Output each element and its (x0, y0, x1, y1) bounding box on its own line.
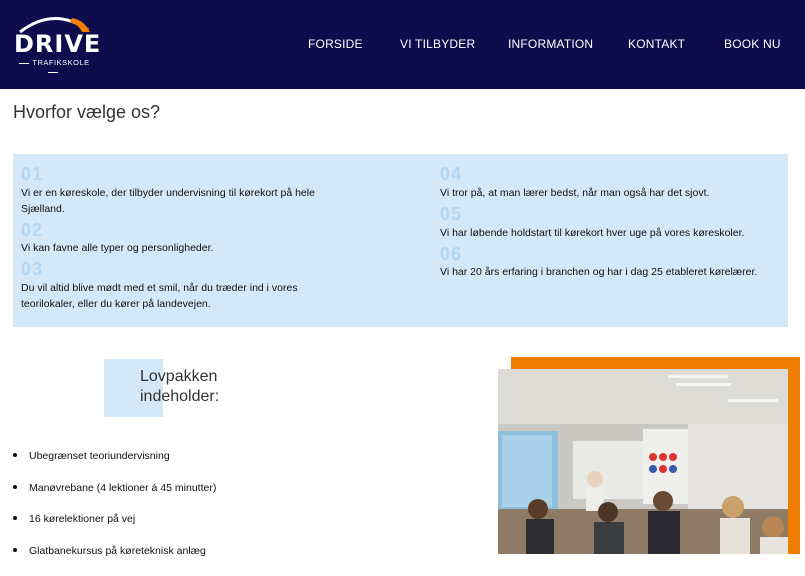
reason-number: 05 (440, 204, 462, 225)
list-item: Glatbanekursus på køreteknisk anlæg (13, 545, 216, 576)
list-item-text: Manøvrebane (4 lektioner á 45 minutter) (29, 482, 216, 494)
reason-number: 01 (21, 164, 43, 185)
nav-information[interactable]: INFORMATION (508, 37, 593, 51)
nav-kontakt[interactable]: KONTAKT (628, 37, 685, 51)
nav-book-nu[interactable]: BOOK NU (724, 37, 781, 51)
list-item-text: 16 kørelektioner på vej (29, 513, 135, 525)
bullet-icon (13, 516, 17, 520)
reason-text: Vi har løbende holdstart til kørekort hv… (440, 226, 780, 242)
reason-number: 06 (440, 244, 462, 265)
reason-number: 02 (21, 220, 43, 241)
package-heading: Lovpakken indeholder: (140, 367, 219, 407)
nav-vi-tilbyder[interactable]: VI TILBYDER (400, 37, 475, 51)
classroom-scene-icon (498, 369, 788, 554)
list-item-text: Glatbanekursus på køreteknisk anlæg (29, 545, 206, 557)
reason-text: Vi kan favne alle typer og personlighede… (21, 241, 351, 257)
reason-number: 03 (21, 259, 43, 280)
site-header: DRIVE TRAFIKSKOLE FORSIDE VI TILBYDER IN… (0, 0, 805, 89)
bullet-icon (13, 453, 17, 457)
reason-text: Vi tror på, at man lærer bedst, når man … (440, 186, 780, 202)
package-heading-line: indeholder: (140, 387, 219, 407)
reason-text: Vi er en køreskole, der tilbyder undervi… (21, 186, 351, 217)
reasons-panel: 01 Vi er en køreskole, der tilbyder unde… (13, 154, 788, 327)
classroom-photo (498, 369, 788, 554)
logo-subtitle: TRAFIKSKOLE (16, 58, 90, 76)
reason-number: 04 (440, 164, 462, 185)
list-item: Manøvrebane (4 lektioner á 45 minutter) (13, 482, 216, 514)
bullet-icon (13, 548, 17, 552)
package-list: Ubegrænset teoriundervisning Manøvrebane… (13, 450, 216, 576)
reason-text: Vi har 20 års erfaring i branchen og har… (440, 265, 780, 281)
bullet-icon (13, 485, 17, 489)
logo-word: DRIVE (14, 30, 101, 58)
drive-logo[interactable]: DRIVE TRAFIKSKOLE (12, 12, 94, 68)
why-heading: Hvorfor vælge os? (13, 102, 160, 123)
list-item-text: Ubegrænset teoriundervisning (29, 450, 170, 462)
list-item: 16 kørelektioner på vej (13, 513, 216, 545)
list-item: Ubegrænset teoriundervisning (13, 450, 216, 482)
reason-text: Du vil altid blive mødt med et smil, når… (21, 281, 321, 312)
package-heading-line: Lovpakken (140, 367, 219, 387)
nav-forside[interactable]: FORSIDE (308, 37, 363, 51)
